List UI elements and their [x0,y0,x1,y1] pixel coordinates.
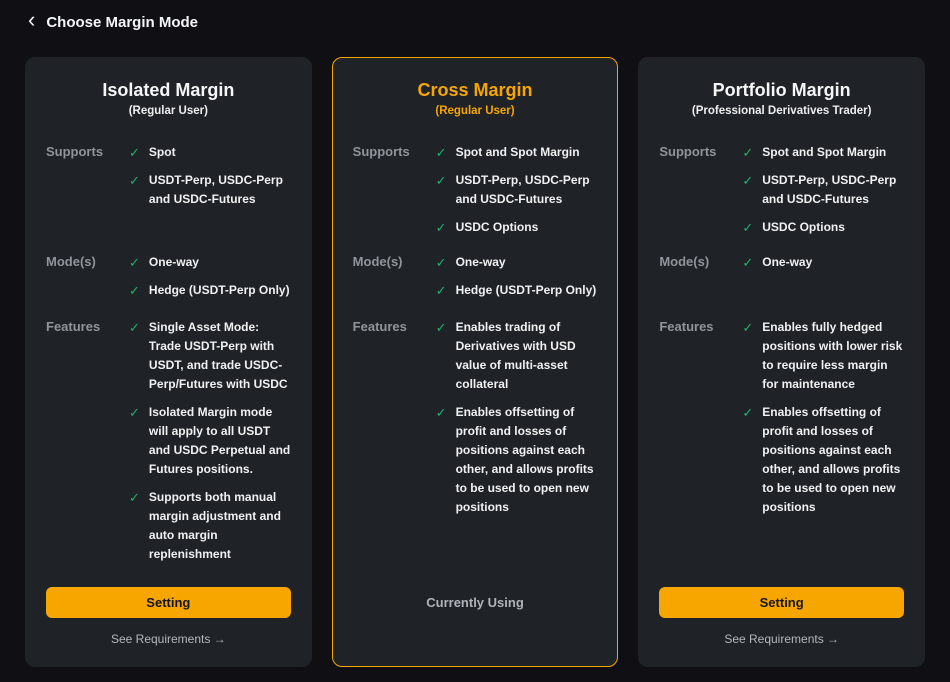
features-section: Features ✓ Enables trading of Derivative… [353,318,598,526]
section-label: Mode(s) [659,253,742,318]
item-text: USDT-Perp, USDC-Perp and USDC-Futures [149,171,291,209]
currently-using-status: Currently Using [353,587,598,618]
modes-section: Mode(s) ✓ One-way ✓ Hedge (USDT-Perp Onl… [353,253,598,318]
item-text: Isolated Margin mode will apply to all U… [149,403,291,479]
list-item: ✓ Enables offsetting of profit and losse… [742,403,904,517]
item-text: One-way [456,253,506,272]
item-text: Enables fully hedged positions with lowe… [762,318,904,394]
margin-card-portfolio: Portfolio Margin (Professional Derivativ… [638,57,925,667]
item-text: One-way [762,253,812,272]
check-icon: ✓ [436,403,447,422]
list-item: ✓ Spot and Spot Margin [436,143,598,162]
card-subtitle: (Regular User) [353,105,598,117]
setting-button[interactable]: Setting [659,587,904,618]
page-header: ‹ Choose Margin Mode [0,0,950,44]
list-item: ✓ Enables trading of Derivatives with US… [436,318,598,394]
margin-mode-cards: Isolated Margin (Regular User) Supports … [0,57,950,667]
item-text: USDC Options [456,218,539,237]
check-icon: ✓ [742,403,753,422]
check-icon: ✓ [129,253,140,272]
check-icon: ✓ [436,253,447,272]
see-requirements-link[interactable]: See Requirements → [659,632,904,649]
section-label: Features [353,318,436,526]
supports-section: Supports ✓ Spot ✓ USDT-Perp, USDC-Perp a… [46,143,291,253]
item-text: Hedge (USDT-Perp Only) [456,281,597,300]
back-icon[interactable]: ‹ [28,10,35,30]
check-icon: ✓ [129,171,140,190]
check-icon: ✓ [436,171,447,190]
list-item: ✓ One-way [742,253,904,272]
list-item: ✓ USDT-Perp, USDC-Perp and USDC-Futures [129,171,291,209]
item-text: Spot and Spot Margin [456,143,580,162]
item-text: Single Asset Mode: Trade USDT-Perp with … [149,318,291,394]
setting-button[interactable]: Setting [46,587,291,618]
item-text: Spot and Spot Margin [762,143,886,162]
list-item: ✓ USDT-Perp, USDC-Perp and USDC-Futures [742,171,904,209]
page-title: Choose Margin Mode [46,14,198,31]
list-item: ✓ USDC Options [742,218,904,237]
list-item: ✓ One-way [129,253,291,272]
features-section: Features ✓ Single Asset Mode: Trade USDT… [46,318,291,573]
item-text: Enables trading of Derivatives with USD … [456,318,598,394]
list-item: ✓ Single Asset Mode: Trade USDT-Perp wit… [129,318,291,394]
modes-section: Mode(s) ✓ One-way [659,253,904,318]
section-label: Supports [46,143,129,253]
check-icon: ✓ [436,143,447,162]
list-item: ✓ USDT-Perp, USDC-Perp and USDC-Futures [436,171,598,209]
section-label: Features [659,318,742,526]
check-icon: ✓ [436,281,447,300]
supports-section: Supports ✓ Spot and Spot Margin ✓ USDT-P… [659,143,904,253]
check-icon: ✓ [129,403,140,422]
card-title: Portfolio Margin [659,80,904,101]
card-title: Cross Margin [353,80,598,101]
check-icon: ✓ [742,218,753,237]
check-icon: ✓ [436,218,447,237]
card-subtitle: (Regular User) [46,105,291,117]
section-label: Mode(s) [46,253,129,318]
item-text: Enables offsetting of profit and losses … [456,403,598,517]
features-section: Features ✓ Enables fully hedged position… [659,318,904,526]
item-text: Hedge (USDT-Perp Only) [149,281,290,300]
check-icon: ✓ [742,318,753,337]
check-icon: ✓ [742,171,753,190]
card-footer: Setting See Requirements → [46,587,291,649]
list-item: ✓ Hedge (USDT-Perp Only) [129,281,291,300]
list-item: ✓ Enables offsetting of profit and losse… [436,403,598,517]
list-item: ✓ Isolated Margin mode will apply to all… [129,403,291,479]
list-item: ✓ Spot and Spot Margin [742,143,904,162]
card-subtitle: (Professional Derivatives Trader) [659,105,904,117]
supports-section: Supports ✓ Spot and Spot Margin ✓ USDT-P… [353,143,598,253]
item-text: Supports both manual margin adjustment a… [149,488,291,564]
check-icon: ✓ [129,143,140,162]
margin-card-cross: Cross Margin (Regular User) Supports ✓ S… [332,57,619,667]
check-icon: ✓ [742,253,753,272]
list-item: ✓ Enables fully hedged positions with lo… [742,318,904,394]
card-footer: Setting See Requirements → [659,587,904,649]
item-text: One-way [149,253,199,272]
check-icon: ✓ [436,318,447,337]
check-icon: ✓ [129,281,140,300]
card-title: Isolated Margin [46,80,291,101]
item-text: USDT-Perp, USDC-Perp and USDC-Futures [456,171,598,209]
item-text: Enables offsetting of profit and losses … [762,403,904,517]
list-item: ✓ Hedge (USDT-Perp Only) [436,281,598,300]
margin-card-isolated: Isolated Margin (Regular User) Supports … [25,57,312,667]
list-item: ✓ One-way [436,253,598,272]
section-label: Features [46,318,129,573]
list-item: ✓ Spot [129,143,291,162]
section-label: Mode(s) [353,253,436,318]
section-label: Supports [659,143,742,253]
check-icon: ✓ [129,318,140,337]
list-item: ✓ Supports both manual margin adjustment… [129,488,291,564]
check-icon: ✓ [742,143,753,162]
card-footer: Currently Using [353,587,598,649]
check-icon: ✓ [129,488,140,507]
modes-section: Mode(s) ✓ One-way ✓ Hedge (USDT-Perp Onl… [46,253,291,318]
item-text: Spot [149,143,176,162]
item-text: USDT-Perp, USDC-Perp and USDC-Futures [762,171,904,209]
item-text: USDC Options [762,218,845,237]
list-item: ✓ USDC Options [436,218,598,237]
section-label: Supports [353,143,436,253]
see-requirements-link[interactable]: See Requirements → [46,632,291,649]
